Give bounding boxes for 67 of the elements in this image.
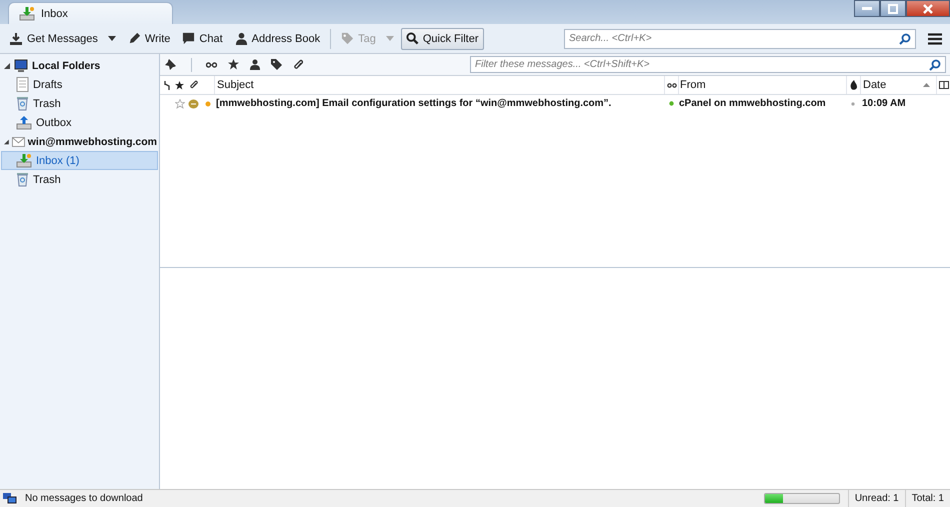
chat-icon	[182, 32, 196, 45]
document-icon	[16, 77, 29, 92]
maximize-button[interactable]	[880, 0, 906, 17]
thread-icon	[188, 98, 199, 108]
link-icon	[206, 62, 217, 68]
paperclip-icon	[189, 80, 198, 90]
bullet-icon	[851, 102, 855, 106]
column-header[interactable]: From	[678, 76, 846, 94]
star-icon[interactable]	[174, 98, 184, 108]
filter-field[interactable]: Filter these messages... <Ctrl+Shift+K>	[470, 56, 946, 73]
inbox-icon	[19, 6, 35, 21]
inbox-icon	[16, 153, 32, 168]
person-icon	[234, 32, 248, 45]
status-text: No messages to download	[25, 493, 143, 504]
total-count: Total: 1	[904, 490, 950, 507]
paperclip-icon	[293, 58, 303, 70]
search-icon	[929, 58, 941, 70]
search-icon	[406, 32, 419, 45]
status-dot-icon	[668, 101, 674, 106]
caret-icon	[386, 36, 394, 41]
computer-icon	[13, 58, 29, 72]
table-cell-text: [mmwebhosting.com] Email configuration settings for “win@mmwebhosting.com”.	[215, 97, 612, 111]
trash-icon	[16, 172, 29, 187]
folder-item[interactable]: Outbox	[1, 113, 158, 132]
status-column-header[interactable]	[664, 76, 678, 94]
star-icon	[228, 59, 239, 70]
table-cell-text: 10:09 AM	[861, 97, 907, 111]
restore-icon	[888, 4, 898, 14]
folder-item[interactable]: Inbox (1)	[1, 151, 158, 170]
toolbar-button[interactable]: Address Book	[230, 28, 326, 50]
unread-count: Unread: 1	[848, 490, 905, 507]
link-icon	[666, 82, 676, 88]
column-header[interactable]: Subject	[214, 76, 664, 94]
minimize-button[interactable]	[854, 0, 880, 17]
minimize-icon	[862, 6, 872, 10]
tag-icon	[271, 59, 282, 70]
caret-icon	[108, 36, 116, 41]
table-cell-text: cPanel on mmwebhosting.com	[678, 97, 827, 111]
inbox-tab[interactable]: Inbox	[8, 2, 173, 24]
network-icon	[3, 492, 17, 504]
toolbar-button[interactable]: Get Messages	[4, 28, 121, 50]
trash-icon	[16, 96, 29, 111]
envelope-icon	[12, 136, 25, 148]
search-field[interactable]: Search... <Ctrl+K>	[564, 28, 916, 48]
folder-item[interactable]: Local Folders	[1, 56, 158, 75]
junk-column-header[interactable]	[846, 76, 860, 94]
tag-icon	[341, 32, 354, 45]
pencil-icon	[128, 32, 141, 45]
person-icon	[250, 59, 260, 70]
toolbar-button[interactable]: Quick Filter	[400, 28, 484, 50]
download-icon	[9, 32, 23, 46]
toolbar-button[interactable]: Chat	[177, 28, 228, 50]
outbox-icon	[16, 115, 32, 130]
close-button[interactable]	[906, 0, 950, 17]
toolbar-button[interactable]: Write	[122, 28, 176, 50]
thread-icon	[164, 80, 170, 90]
close-icon	[923, 4, 933, 14]
pin-icon	[164, 58, 177, 71]
star-icon	[175, 80, 184, 90]
unread-dot-icon	[204, 100, 210, 106]
folder-item[interactable]: win@mmwebhosting.com	[1, 132, 158, 151]
folder-item[interactable]: Trash	[1, 94, 158, 113]
column-header[interactable]: Date	[860, 76, 936, 94]
column-picker-icon[interactable]	[936, 76, 950, 94]
search-icon	[899, 32, 911, 44]
folder-item[interactable]: Trash	[1, 170, 158, 189]
folder-item[interactable]: Drafts	[1, 75, 158, 94]
